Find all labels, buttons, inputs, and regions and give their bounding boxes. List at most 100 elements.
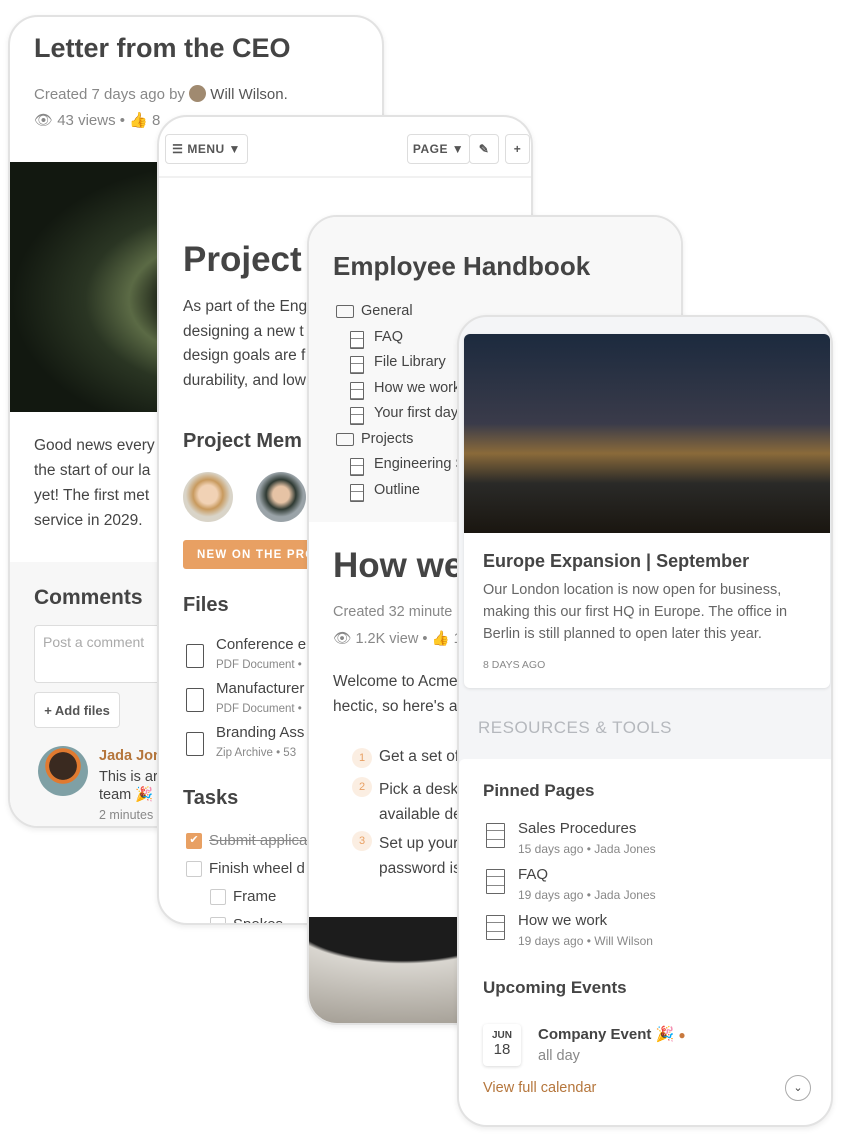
body-line: service in 2029. [34,512,143,529]
step-line: available de [379,806,462,823]
handbook-title: Employee Handbook [333,251,591,281]
page-icon [350,381,364,400]
comment-line: This is ar [99,769,158,785]
hamburger-icon: ☰ [172,142,184,156]
page-icon [350,458,364,476]
pinned-page-meta: 19 days ago • Jada Jones [518,888,656,902]
add-button[interactable]: + [505,134,530,164]
comments-heading: Comments [34,586,143,609]
tree-item-label: Engineering S [374,456,466,472]
thumbs-up-icon: 👍 [129,112,148,129]
file-name: Branding Ass [216,724,305,741]
folder-icon [336,305,354,318]
body-line: As part of the Eng [183,298,308,315]
pencil-icon[interactable]: ✎ [469,134,499,164]
menu-label: MENU ▼ [187,142,241,156]
project-body: As part of the Eng designing a new t desig… [183,295,307,393]
handbook-body: Welcome to Acme hectic, so here's a [333,669,458,719]
tree-item-label: General [361,303,413,319]
paperclip-file-icon [186,732,204,756]
task-checkbox-checked[interactable]: ✔ [186,833,202,849]
body-line: design goals are f [183,347,306,364]
tree-item-label: Outline [374,481,420,498]
paperclip-file-icon [186,644,204,668]
view-calendar-link[interactable]: View full calendar [483,1080,596,1096]
page-icon [350,407,364,425]
avatar [189,85,207,102]
chevron-down-icon[interactable]: ⌄ [785,1075,811,1101]
task-label: Frame [233,888,277,905]
file-meta: PDF Document • [216,659,302,671]
pinned-page-name: Sales Procedures [518,820,637,837]
pinned-page-name: FAQ [518,866,549,883]
pinned-heading: Pinned Pages [483,781,595,800]
news-title: Europe Expansion | September [483,551,750,571]
news-time: 8 DAYS AGO [483,659,546,671]
body-line: the start of our la [34,462,151,479]
page-title: Letter from the CEO [34,33,291,63]
step-text: Get a set of [379,748,460,765]
page-icon [486,915,505,940]
news-card[interactable]: Europe Expansion | September Our London … [464,334,830,688]
page-title: Project [183,240,302,279]
body-line: Good news every [34,437,155,454]
pinned-page-name: How we work [518,912,608,929]
task-label: Finish wheel d [209,860,305,877]
step-number: 2 [352,777,372,797]
stats-line: 👁 1.2K view • 👍 1 [333,630,462,647]
pinned-page-meta: 15 days ago • Jada Jones [518,842,656,856]
resources-heading: RESOURCES & TOOLS [478,718,672,737]
task-checkbox[interactable] [210,889,226,905]
menu-button[interactable]: ☰ MENU ▼ [165,134,248,164]
file-name: Manufacturer [216,680,305,697]
task-label: Spokes [233,916,284,925]
file-name: Conference e [216,636,307,653]
member-avatar[interactable] [183,472,233,522]
page-title: How we [333,546,464,585]
home-screen: Europe Expansion | September Our London … [457,315,833,1127]
tree-item-label: Projects [361,430,414,447]
file-meta: PDF Document • [216,703,302,715]
page-button[interactable]: PAGE ▼ [407,134,470,164]
step-line: password is [379,860,461,877]
created-line: Created 32 minute [333,604,453,620]
author-link[interactable]: Will Wilson. [210,86,288,103]
created-line: Created 7 days ago by Will Wilson. [34,85,288,103]
task-checkbox[interactable] [210,917,226,923]
comment-author[interactable]: Jada Jon [99,748,162,764]
add-files-button[interactable]: + Add files [34,692,120,728]
tree-item-label: FAQ [374,328,404,345]
stats-line: 👁 43 views • 👍 8 [34,111,160,129]
body-line: Berlin is still planned to open later th… [483,626,762,642]
files-heading: Files [183,594,229,616]
member-avatar[interactable] [256,472,306,522]
page-icon [350,483,364,502]
avatar [38,746,88,796]
step-text: Set up your password is [379,831,461,881]
comment-time: 2 minutes [99,808,154,822]
body-line: Welcome to Acme [333,673,458,690]
body-line: making this our first HQ in Europe. The … [483,604,788,620]
task-checkbox[interactable] [186,861,202,877]
pinned-page-meta: 19 days ago • Will Wilson [518,934,653,948]
page-icon [350,330,364,349]
paperclip-file-icon [186,688,204,712]
event-day: 18 [493,1041,511,1058]
created-text: Created 7 days ago by [34,86,185,103]
page-icon [486,823,505,848]
tree-item-label: File Library [374,354,446,370]
event-title[interactable]: Company Event 🎉 ● [538,1025,686,1043]
views-count: 43 views • [57,112,125,129]
body-line: durability, and low [183,371,306,389]
event-title-text: Company Event 🎉 [538,1026,675,1043]
page-icon [486,869,505,894]
eye-icon: 👁 [333,631,352,647]
views-count: 1.2K view • [355,631,428,647]
step-number: 1 [352,748,372,768]
body-line: designing a new t [183,322,304,340]
folder-icon [336,432,354,446]
task-label: Submit applica [209,832,308,849]
tree-item-label: Your first day [374,405,459,421]
page-icon [350,356,364,374]
tasks-heading: Tasks [183,787,239,809]
